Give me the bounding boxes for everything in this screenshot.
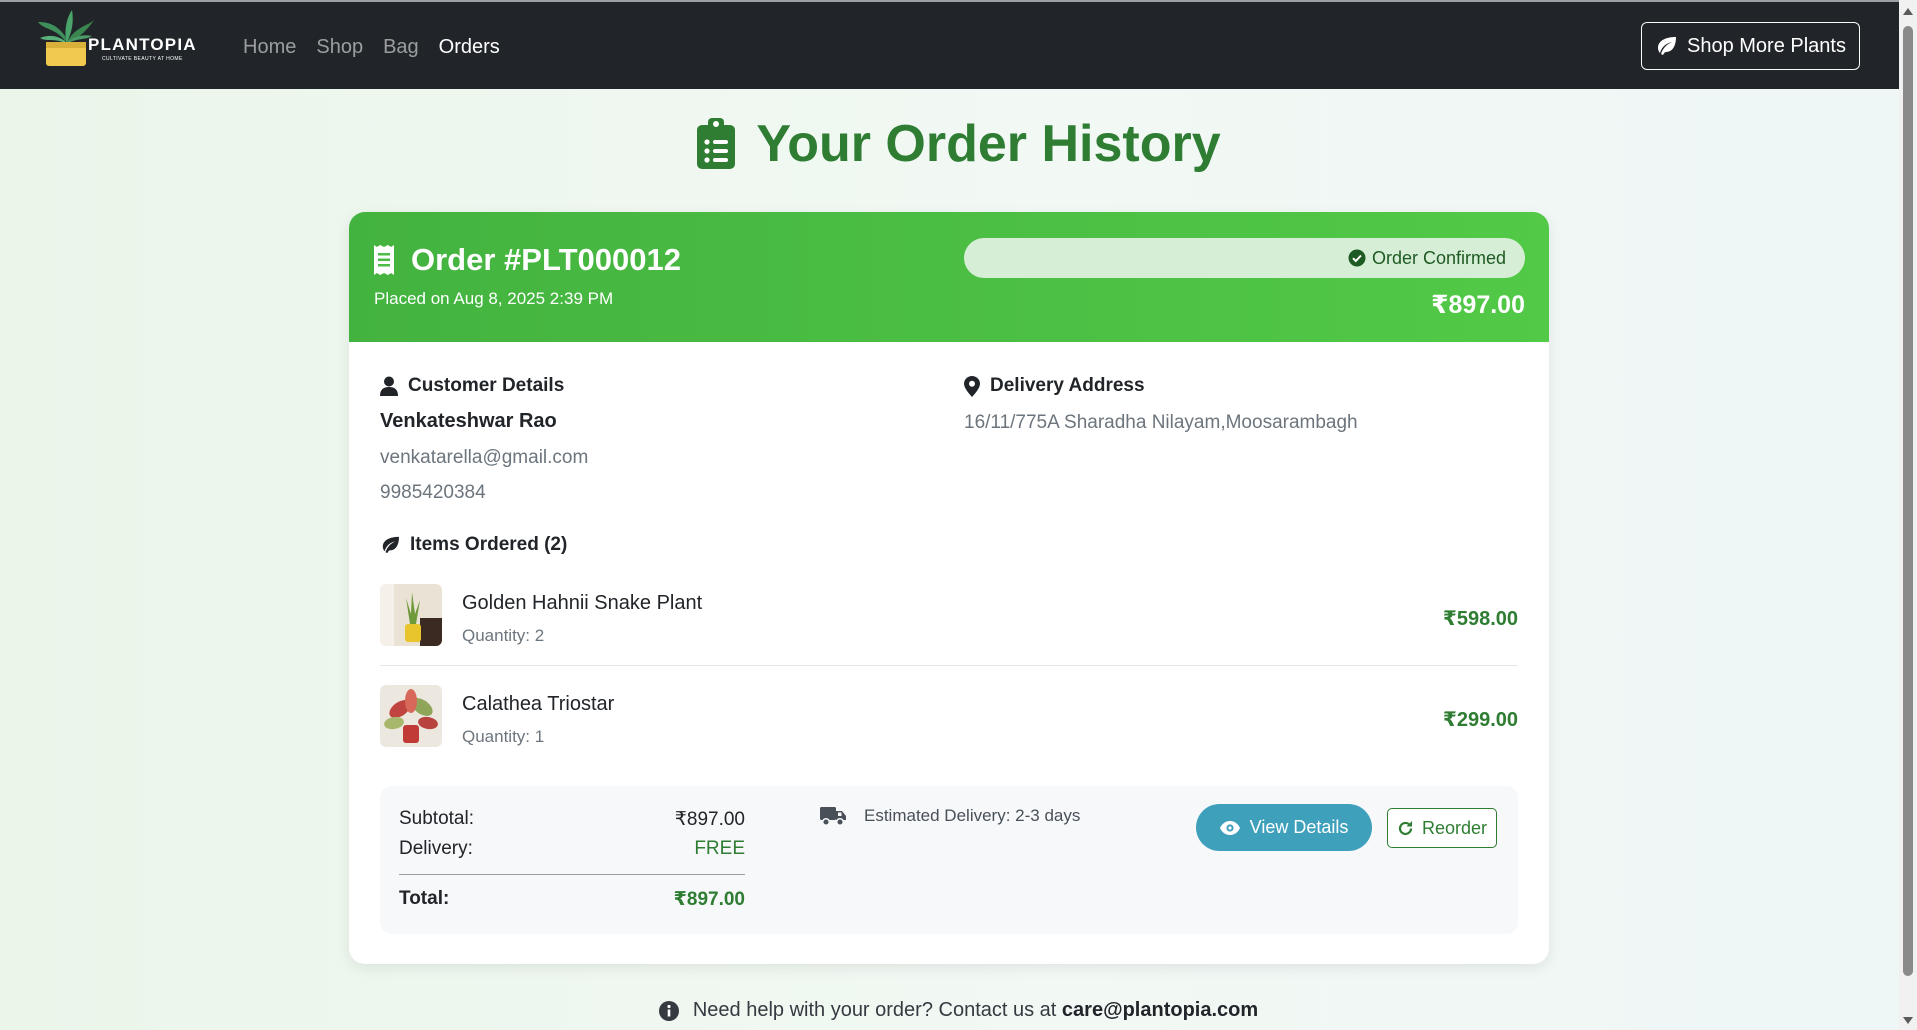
total-value: ₹897.00 (673, 889, 745, 910)
page-title: Your Order History (0, 114, 1917, 183)
order-number: Order #PLT000012 (411, 242, 681, 277)
eye-icon (1219, 820, 1240, 835)
reorder-button[interactable]: Reorder (1387, 808, 1497, 848)
status-text: Order Confirmed (1371, 247, 1506, 268)
view-details-button[interactable]: View Details (1196, 804, 1372, 851)
clipboard-list-icon (697, 118, 736, 169)
customer-name: Venkateshwar Rao (380, 410, 557, 432)
item-quantity: Quantity: 2 (462, 626, 545, 645)
item-divider (380, 665, 1518, 666)
brand-tagline: CULTIVATE BEAUTY AT HOME (102, 56, 183, 62)
nav-link-shop[interactable]: Shop (316, 36, 363, 59)
delivery-address-heading: Delivery Address (964, 375, 1145, 397)
reorder-label: Reorder (1421, 817, 1488, 838)
page-title-text: Your Order History (756, 115, 1221, 173)
order-summary: Subtotal: ₹897.00 Delivery: FREE Total: … (380, 786, 1518, 934)
brand-name: PLANTOPIA (88, 35, 197, 54)
customer-email: venkatarella@gmail.com (380, 447, 589, 468)
order-placed-date: Placed on Aug 8, 2025 2:39 PM (374, 289, 614, 308)
navbar: PLANTOPIA CULTIVATE BEAUTY AT HOME Home … (0, 0, 1917, 89)
help-email-link[interactable]: care@plantopia.com (1062, 999, 1258, 1021)
delivery-address-label: Delivery Address (990, 375, 1145, 396)
customer-details-heading: Customer Details (380, 375, 564, 397)
order-total: ₹897.00 (1431, 291, 1525, 319)
estimated-delivery: Estimated Delivery: 2-3 days (820, 806, 1080, 826)
truck-icon (820, 807, 846, 826)
receipt-icon (374, 245, 394, 275)
scrollbar-thumb[interactable] (1903, 26, 1913, 976)
item-name: Calathea Triostar (462, 693, 615, 715)
leaf-icon (382, 536, 399, 554)
item-image-snake-plant (380, 584, 442, 646)
order-card-header: Order #PLT000012 Placed on Aug 8, 2025 2… (349, 212, 1549, 342)
total-label: Total: (399, 888, 450, 909)
subtotal-value: ₹897.00 (674, 809, 745, 830)
summary-divider (399, 874, 745, 875)
nav-link-home[interactable]: Home (243, 36, 296, 59)
refresh-icon (1398, 820, 1413, 835)
delivery-address: 16/11/775A Sharadha Nilayam,Moosarambagh (964, 412, 1358, 433)
plant-pot-logo-icon (38, 10, 94, 66)
leaf-icon (1658, 37, 1676, 55)
map-pin-icon (964, 375, 980, 397)
shop-more-plants-button[interactable]: Shop More Plants (1641, 22, 1860, 70)
nav-link-orders[interactable]: Orders (439, 36, 500, 59)
subtotal-label: Subtotal: (399, 808, 474, 829)
delivery-value: FREE (694, 838, 745, 859)
help-footer: Need help with your order? Contact us at… (0, 999, 1917, 1027)
order-card: Order #PLT000012 Placed on Aug 8, 2025 2… (349, 212, 1549, 964)
scroll-up-arrow-icon[interactable] (1903, 8, 1913, 15)
nav-link-bag[interactable]: Bag (383, 36, 419, 59)
item-name: Golden Hahnii Snake Plant (462, 592, 703, 614)
brand-logo[interactable]: PLANTOPIA CULTIVATE BEAUTY AT HOME (36, 8, 212, 70)
list-item: Golden Hahnii Snake Plant Quantity: 2 ₹5… (380, 584, 1518, 648)
delivery-label: Delivery: (399, 838, 473, 859)
nav-links: Home Shop Bag Orders (243, 36, 520, 59)
item-image-calathea (380, 685, 442, 747)
scrollbar[interactable] (1899, 0, 1917, 1030)
customer-phone: 9985420384 (380, 482, 486, 503)
customer-details-label: Customer Details (408, 375, 565, 396)
list-item: Calathea Triostar Quantity: 1 ₹299.00 (380, 685, 1518, 749)
status-badge: Order Confirmed (964, 238, 1525, 278)
scroll-down-arrow-icon[interactable] (1903, 1017, 1913, 1024)
user-icon (380, 376, 398, 396)
shop-more-plants-label: Shop More Plants (1687, 34, 1846, 57)
order-title: Order #PLT000012 (373, 242, 681, 278)
view-details-label: View Details (1249, 817, 1349, 837)
check-circle-icon (1348, 249, 1366, 267)
item-price: ₹299.00 (1442, 709, 1518, 731)
help-text: Need help with your order? Contact us at (692, 999, 1062, 1021)
info-icon (658, 1000, 679, 1021)
item-price: ₹598.00 (1442, 608, 1518, 630)
items-ordered-label: Items Ordered (2) (410, 534, 568, 555)
estimated-delivery-text: Estimated Delivery: 2-3 days (864, 806, 1081, 825)
items-ordered-heading: Items Ordered (2) (380, 534, 567, 556)
item-quantity: Quantity: 1 (462, 727, 545, 746)
